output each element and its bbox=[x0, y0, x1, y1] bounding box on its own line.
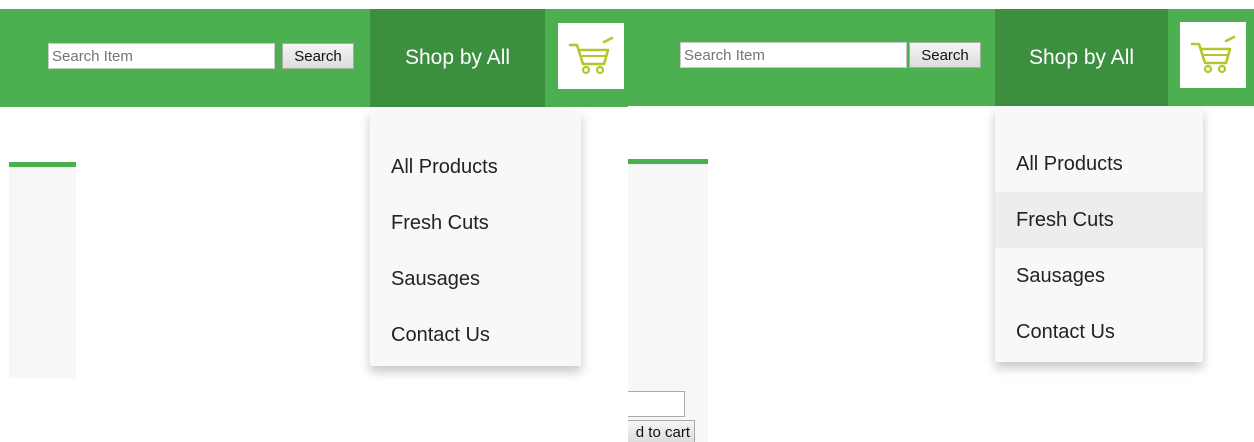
dropdown-item-fresh-cuts[interactable]: Fresh Cuts bbox=[370, 195, 581, 251]
search-input[interactable] bbox=[48, 43, 275, 69]
dropdown-item-contact-us[interactable]: Contact Us bbox=[370, 307, 581, 363]
shopping-cart-icon bbox=[568, 36, 614, 75]
shop-by-all-tab[interactable]: Shop by All bbox=[370, 9, 545, 107]
cart-button[interactable] bbox=[558, 23, 624, 89]
content-panel bbox=[9, 167, 76, 378]
shop-by-all-tab[interactable]: Shop by All bbox=[995, 9, 1168, 106]
search-button[interactable]: Search bbox=[282, 43, 354, 69]
header-bar: Search Shop by All bbox=[0, 9, 628, 107]
right-pane: Search Shop by All d to cart All Product… bbox=[628, 0, 1254, 442]
shop-by-all-label: Shop by All bbox=[1028, 45, 1135, 69]
left-pane: Search Shop by All All Products Fresh Cu… bbox=[0, 0, 628, 442]
dropdown-item-sausages[interactable]: Sausages bbox=[370, 251, 581, 307]
cart-button[interactable] bbox=[1180, 22, 1246, 88]
dropdown-item-contact-us[interactable]: Contact Us bbox=[995, 304, 1203, 360]
dropdown-item-sausages[interactable]: Sausages bbox=[995, 248, 1203, 304]
dropdown-item-all-products[interactable]: All Products bbox=[995, 136, 1203, 192]
shop-dropdown-menu: All Products Fresh Cuts Sausages Contact… bbox=[370, 110, 581, 366]
search-input[interactable] bbox=[680, 42, 907, 68]
shop-dropdown-menu: All Products Fresh Cuts Sausages Contact… bbox=[995, 107, 1203, 362]
dropdown-item-fresh-cuts[interactable]: Fresh Cuts bbox=[995, 192, 1203, 248]
quantity-input[interactable] bbox=[628, 391, 685, 417]
comparison-screenshot: Search Shop by All All Products Fresh Cu… bbox=[0, 0, 1254, 442]
header-bar: Search Shop by All bbox=[628, 9, 1254, 106]
add-to-cart-button[interactable]: d to cart bbox=[628, 420, 695, 442]
dropdown-item-all-products[interactable]: All Products bbox=[370, 139, 581, 195]
shop-by-all-label: Shop by All bbox=[404, 46, 511, 69]
search-button[interactable]: Search bbox=[909, 42, 981, 68]
shopping-cart-icon bbox=[1190, 35, 1236, 74]
